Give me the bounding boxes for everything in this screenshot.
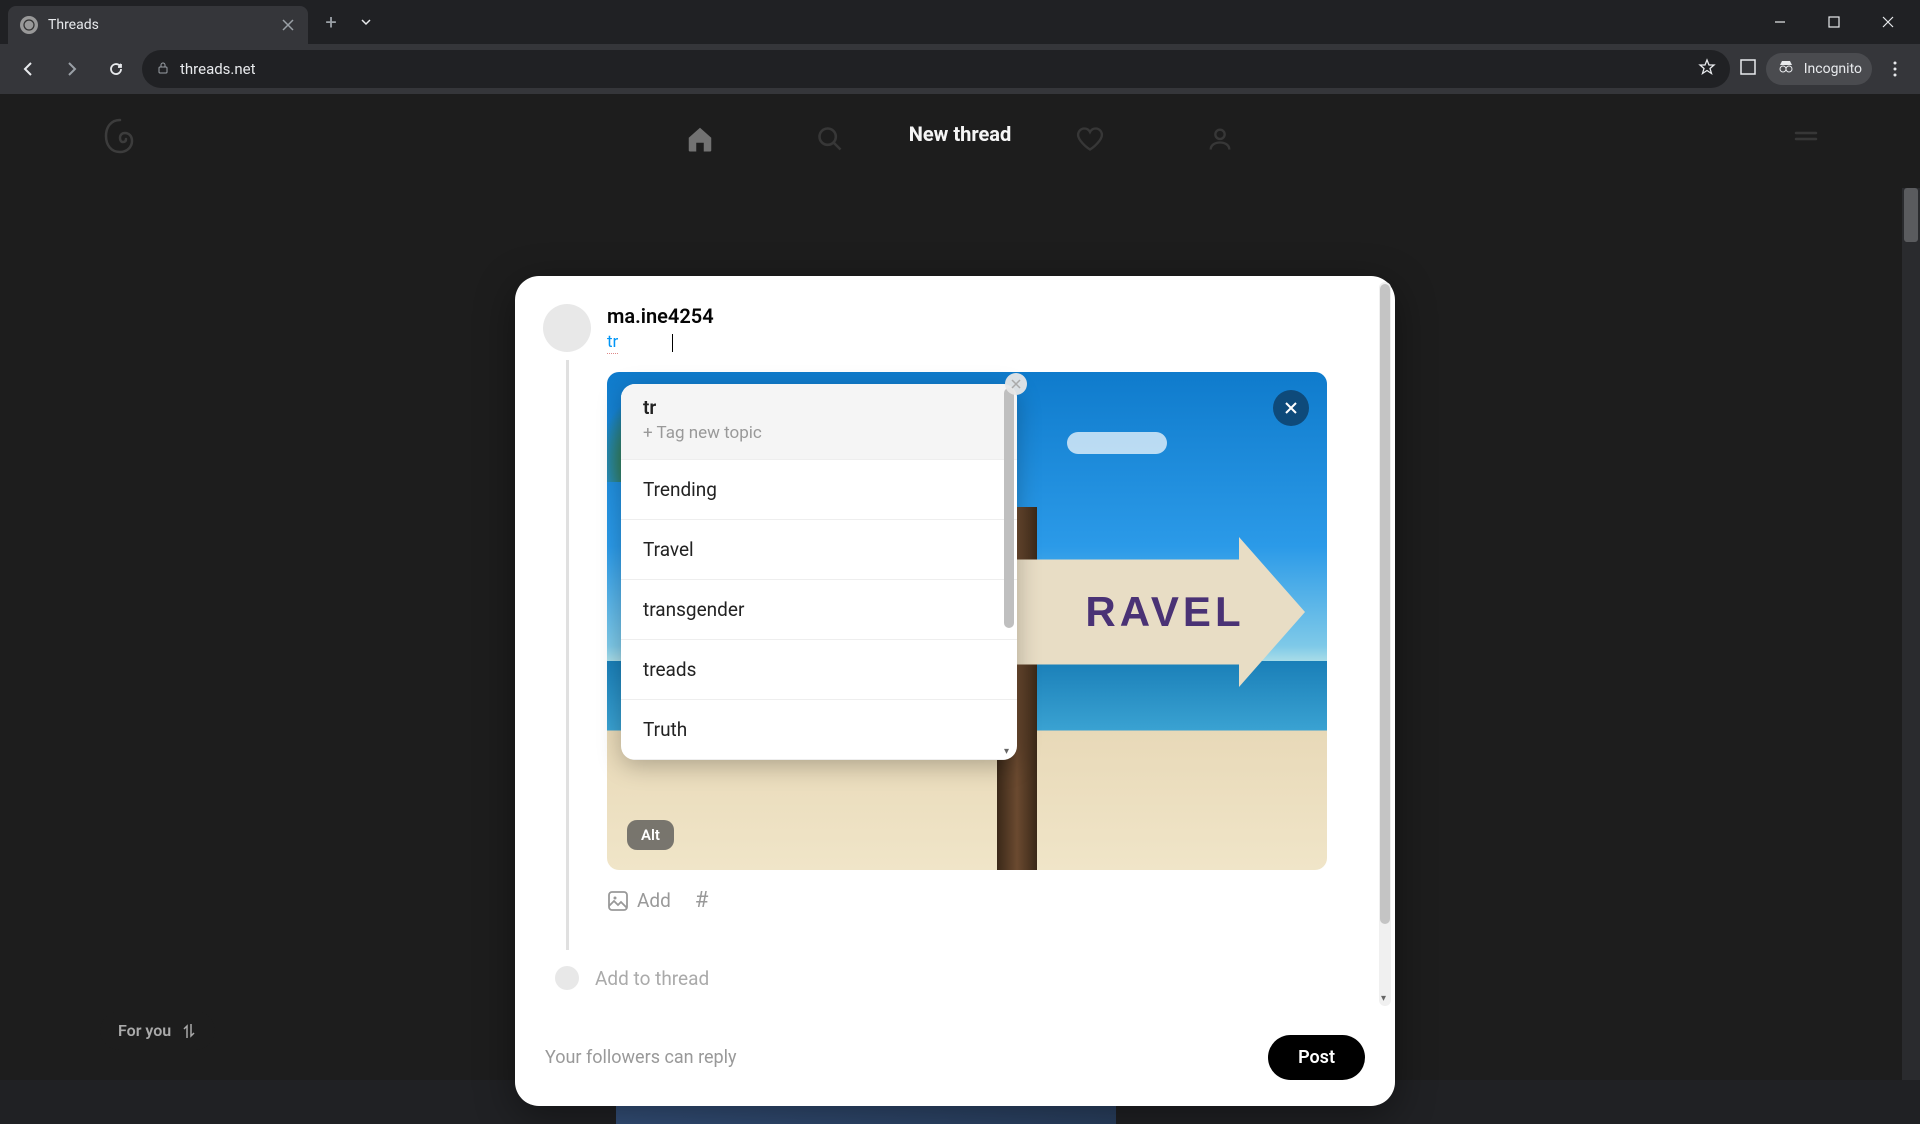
modal-title-overlay: New thread [909,122,1011,146]
feed-selector[interactable]: For you [100,1011,215,1050]
browser-menu-icon[interactable] [1880,54,1910,84]
window-controls [1760,7,1920,37]
topic-suggestion[interactable]: Truth [621,700,1017,760]
back-button[interactable] [10,51,46,87]
compose-text-input[interactable]: tr [607,332,618,354]
address-bar[interactable]: threads.net [142,50,1730,88]
post-button[interactable]: Post [1268,1035,1365,1080]
feed-label: For you [118,1021,171,1040]
avatar-small [555,966,579,990]
add-to-thread-button[interactable]: Add to thread [595,967,709,990]
window-close-icon[interactable] [1868,7,1908,37]
hashtag-button[interactable]: # [695,888,709,913]
add-media-button[interactable]: Add [607,889,671,912]
remove-image-button[interactable] [1273,390,1309,426]
tab-favicon [20,16,38,34]
text-cursor-icon [672,334,673,352]
page-content: New thread New thread For you ma.ine4254… [0,94,1920,1080]
incognito-icon [1776,57,1796,81]
topic-suggestion[interactable]: Trending [621,460,1017,520]
username: ma.ine4254 [607,304,1367,328]
swap-icon [181,1023,197,1039]
browser-toolbar: threads.net Incognito [0,44,1920,94]
new-tab-button[interactable]: + [316,7,346,37]
reply-setting-button[interactable]: Your followers can reply [545,1047,737,1068]
window-minimize-icon[interactable] [1760,7,1800,37]
topic-query: tr [643,396,995,419]
window-maximize-icon[interactable] [1814,7,1854,37]
topic-suggestion[interactable]: treads [621,640,1017,700]
page-scrollbar[interactable] [1902,188,1920,1080]
dropdown-close-icon[interactable] [1005,373,1027,395]
sign-text: RAVEL [1085,588,1244,636]
dropdown-scrollbar[interactable]: ▴ ▾ [1003,386,1015,758]
forward-button[interactable] [54,51,90,87]
alt-text-button[interactable]: Alt [627,820,674,850]
reload-button[interactable] [98,51,134,87]
add-label: Add [637,889,671,912]
tag-new-topic-label: + Tag new topic [643,423,995,443]
bookmark-icon[interactable] [1698,58,1716,80]
tabs-dropdown-icon[interactable] [346,15,386,29]
tab-close-icon[interactable] [280,17,296,33]
thread-line [566,360,569,950]
browser-tab[interactable]: Threads [8,6,308,44]
lock-icon [156,60,170,79]
topic-suggestion[interactable]: transgender [621,580,1017,640]
image-icon [607,890,629,912]
topic-tag-new[interactable]: tr + Tag new topic [621,384,1017,460]
browser-titlebar: Threads + [0,0,1920,44]
incognito-label: Incognito [1804,61,1862,77]
tab-title: Threads [48,17,270,33]
extensions-icon[interactable] [1738,57,1758,81]
topic-dropdown: tr + Tag new topic Trending Travel trans… [621,384,1017,760]
topic-suggestion[interactable]: Travel [621,520,1017,580]
avatar [543,304,591,352]
incognito-badge[interactable]: Incognito [1766,53,1872,85]
modal-scrollbar[interactable]: ▴ ▾ [1379,282,1391,1006]
url-text: threads.net [180,60,1688,78]
